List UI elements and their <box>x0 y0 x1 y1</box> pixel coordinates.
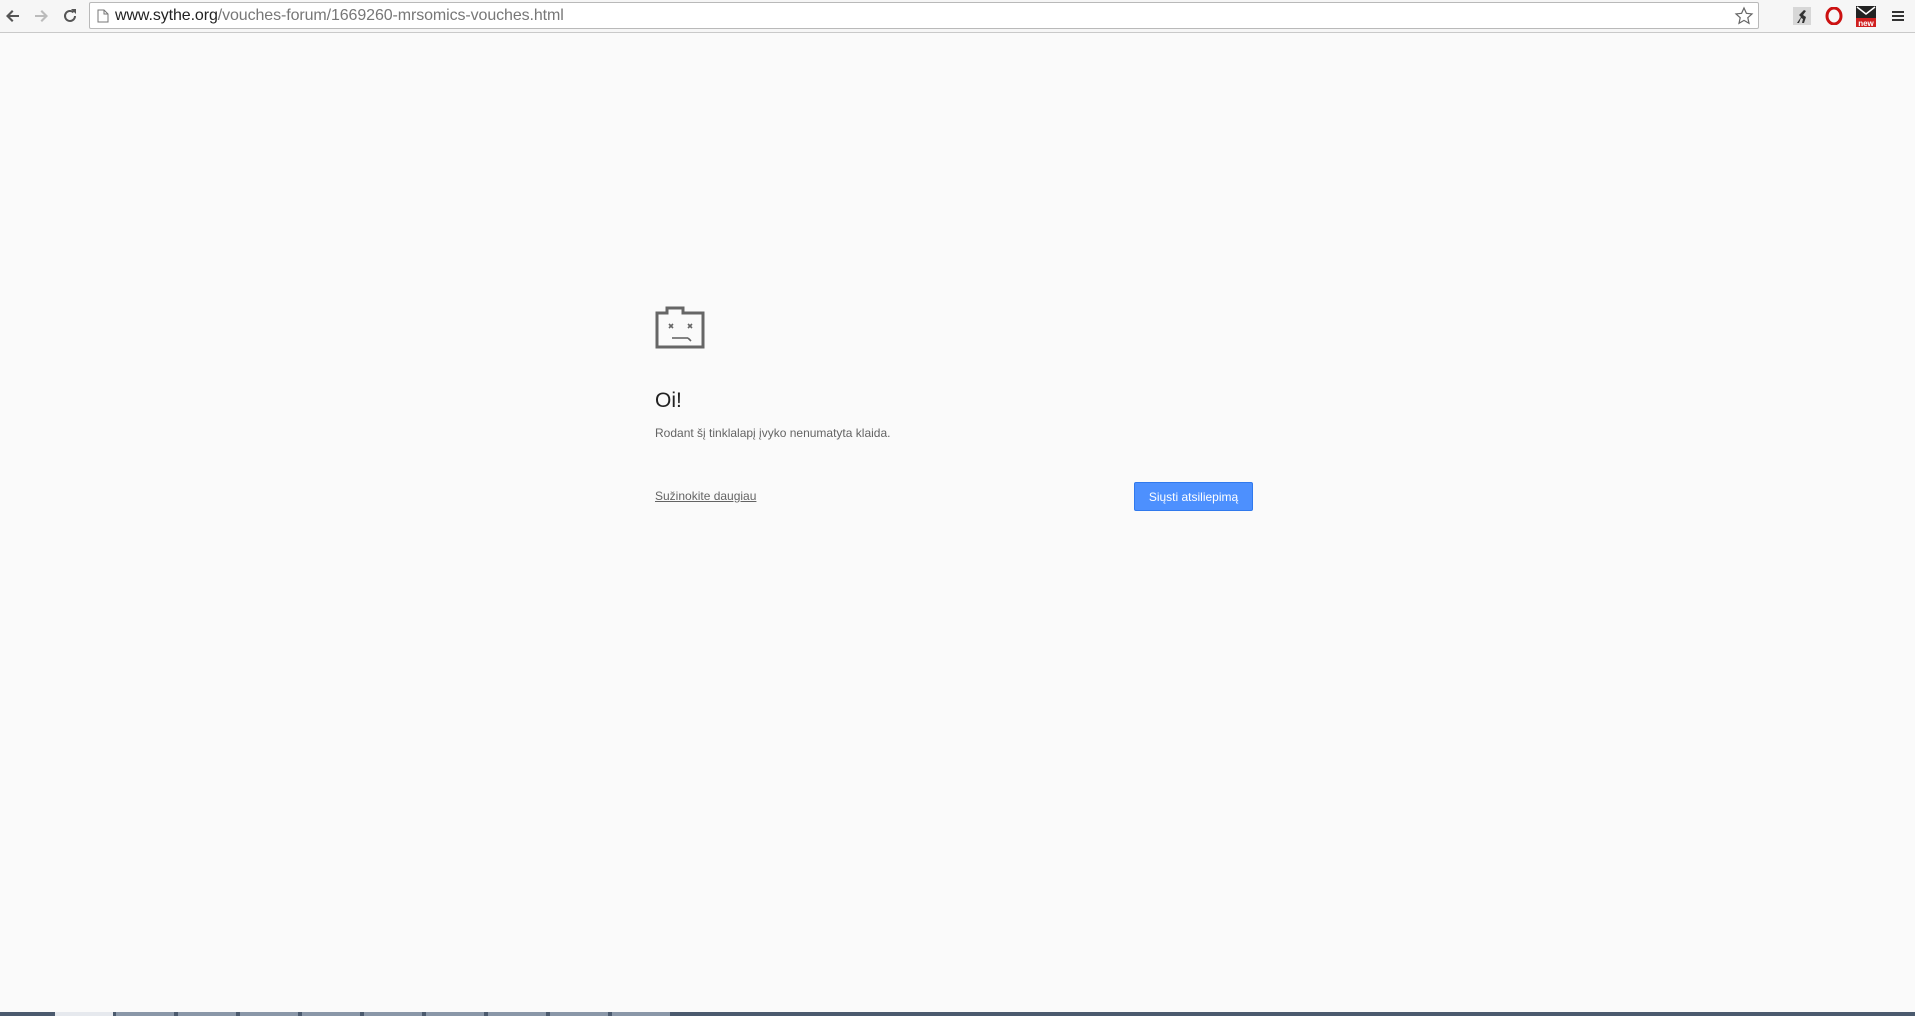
address-bar[interactable]: www.sythe.org/vouches-forum/1669260-mrso… <box>89 2 1759 29</box>
taskbar-item[interactable] <box>612 1012 670 1016</box>
mail-new-icon: new <box>1856 6 1876 27</box>
back-button[interactable] <box>1 4 25 28</box>
taskbar-item[interactable] <box>302 1012 360 1016</box>
error-description: Rodant šį tinklalapį įvyko nenumatyta kl… <box>655 426 891 440</box>
url-text[interactable]: www.sythe.org/vouches-forum/1669260-mrso… <box>115 7 564 25</box>
runner-extension-icon <box>1793 7 1811 25</box>
os-taskbar <box>0 1012 1915 1016</box>
taskbar-item[interactable] <box>364 1012 422 1016</box>
reload-button[interactable] <box>58 4 82 28</box>
taskbar-item[interactable] <box>240 1012 298 1016</box>
taskbar-item[interactable] <box>488 1012 546 1016</box>
runner-extension-button[interactable] <box>1791 5 1813 27</box>
taskbar-item[interactable] <box>550 1012 608 1016</box>
forward-button[interactable] <box>29 4 53 28</box>
taskbar-item[interactable] <box>55 1012 113 1016</box>
hamburger-menu-icon <box>1892 11 1904 21</box>
taskbar-item[interactable] <box>178 1012 236 1016</box>
url-path: /vouches-forum/1669260-mrsomics-vouches.… <box>217 7 564 24</box>
browser-toolbar: www.sythe.org/vouches-forum/1669260-mrso… <box>0 0 1915 33</box>
taskbar-item[interactable] <box>426 1012 484 1016</box>
opera-o-icon <box>1825 7 1843 25</box>
opera-extension-button[interactable] <box>1823 5 1845 27</box>
mail-extension-button[interactable]: new <box>1855 5 1877 27</box>
mail-badge: new <box>1858 19 1874 27</box>
sad-folder-icon <box>655 306 705 349</box>
browser-menu-button[interactable] <box>1887 5 1909 27</box>
url-host: www.sythe.org <box>115 7 218 24</box>
learn-more-link[interactable]: Sužinokite daugiau <box>655 488 756 504</box>
forward-arrow-icon <box>35 10 48 22</box>
page-icon <box>97 9 109 23</box>
error-title: Oi! <box>655 389 682 412</box>
send-feedback-button[interactable]: Siųsti atsiliepimą <box>1134 482 1253 511</box>
star-icon[interactable] <box>1734 6 1754 26</box>
reload-icon <box>64 9 76 22</box>
taskbar-item[interactable] <box>116 1012 174 1016</box>
back-arrow-icon <box>6 10 19 22</box>
